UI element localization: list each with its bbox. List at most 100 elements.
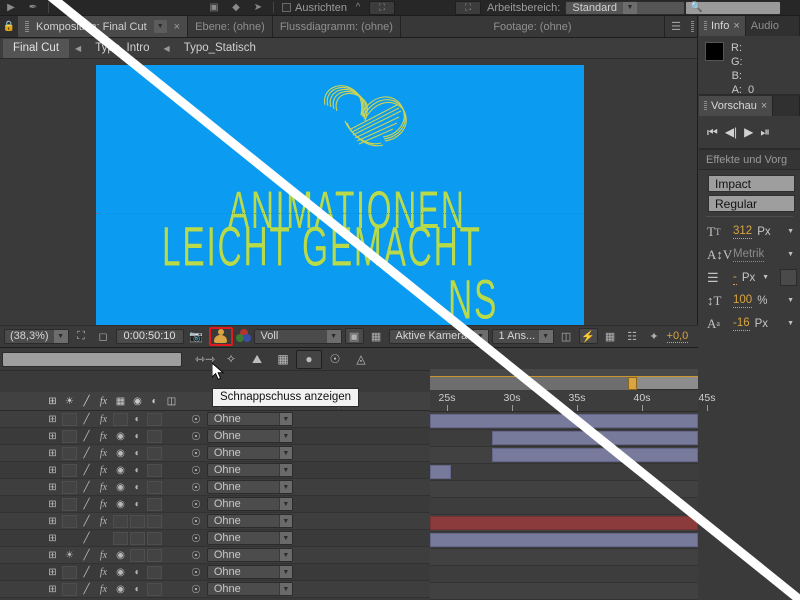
audio-toggle[interactable]: ⊞	[44, 463, 61, 478]
camera-select[interactable]: Aktive Kamera ▼	[389, 329, 489, 344]
3d-toggle[interactable]	[146, 582, 163, 597]
parent-cell[interactable]: ☉ Ohne ▼	[191, 582, 293, 596]
chevron-down-icon[interactable]: ▼	[762, 274, 769, 281]
solo-toggle[interactable]	[61, 480, 78, 495]
bar-row[interactable]	[430, 532, 698, 549]
parent-cell[interactable]: ☉ Ohne ▼	[191, 429, 293, 443]
frame-blend-toggle[interactable]: ◉	[112, 548, 129, 563]
chevron-down-icon[interactable]: ▼	[154, 20, 167, 33]
parent-cell[interactable]: ☉ Ohne ▼	[191, 514, 293, 528]
leading-value[interactable]: -	[733, 271, 737, 285]
next-frame-icon[interactable]: ⏯	[760, 125, 770, 140]
motion-blur-toggle[interactable]: ◐	[129, 412, 146, 427]
tab-komposition-final-cut[interactable]: Komposition: Final Cut ▼ ×	[18, 16, 188, 37]
audio-toggle[interactable]: ⊞	[44, 531, 61, 546]
tab-footage[interactable]: Footage: (ohne)	[401, 16, 665, 37]
pen-tool-icon[interactable]: ✒	[22, 1, 44, 15]
lock-toggle[interactable]: ╱	[78, 480, 95, 495]
frame-blend-toggle[interactable]: ◉	[112, 497, 129, 512]
3d-toggle[interactable]	[146, 565, 163, 580]
motion-blur-toggle[interactable]	[129, 531, 146, 546]
close-icon[interactable]: ×	[761, 100, 767, 112]
fx-toggle[interactable]: fx	[95, 446, 112, 461]
solo-toggle[interactable]	[61, 429, 78, 444]
pick-whip-icon[interactable]: ☉	[191, 549, 201, 562]
kerning-value[interactable]: Metrik	[733, 248, 764, 262]
bar-row[interactable]	[430, 583, 698, 600]
layer-name-cell[interactable]	[0, 581, 44, 597]
lock-toggle[interactable]: ╱	[78, 429, 95, 444]
parent-cell[interactable]: ☉ Ohne ▼	[191, 565, 293, 579]
table-row[interactable]: ⊞ ╱ fx ◉ ◐ ☉ Ohne ▼	[0, 581, 430, 598]
resolution-select[interactable]: Voll ▼	[254, 329, 342, 344]
parent-select[interactable]: Ohne ▼	[207, 497, 293, 511]
panel-menu-icon[interactable]: ☰	[665, 16, 687, 37]
transparency-grid-icon[interactable]: ▦	[367, 328, 386, 344]
motion-blur-toggle[interactable]: ◐	[129, 497, 146, 512]
layer-bar[interactable]	[492, 431, 698, 445]
fx-toggle[interactable]: fx	[95, 582, 112, 597]
solo-toggle[interactable]: ☀	[61, 548, 78, 563]
baseline-shift-value[interactable]: -16	[733, 317, 750, 331]
frame-blend-toggle[interactable]	[112, 514, 129, 529]
parent-cell[interactable]: ☉ Ohne ▼	[191, 412, 293, 426]
work-area-bar[interactable]	[430, 369, 698, 377]
graph-editor-icon[interactable]: ◬	[348, 350, 374, 369]
pick-whip-icon[interactable]: ☉	[191, 532, 201, 545]
pick-whip-icon[interactable]: ☉	[191, 464, 201, 477]
3d-toggle[interactable]	[146, 412, 163, 427]
snap-checkbox[interactable]	[282, 3, 291, 12]
selection-tool-icon[interactable]: ▶	[0, 1, 22, 15]
layer-name-cell[interactable]	[0, 411, 44, 427]
layer-name-cell[interactable]	[0, 547, 44, 563]
chevron-down-icon[interactable]: ▼	[787, 251, 794, 258]
chevron-up-icon[interactable]: ^	[347, 1, 369, 15]
fx-toggle[interactable]: fx	[95, 463, 112, 478]
3d-toggle[interactable]	[146, 548, 163, 563]
draft-3d-icon[interactable]: ●	[296, 350, 322, 369]
table-row[interactable]: ⊞ ╱ fx ◉ ◐ ☉ Ohne ▼	[0, 479, 430, 496]
close-icon[interactable]: ×	[733, 20, 739, 32]
parent-select[interactable]: Ohne ▼	[207, 531, 293, 545]
parent-cell[interactable]: ☉ Ohne ▼	[191, 463, 293, 477]
audio-toggle[interactable]: ⊞	[44, 480, 61, 495]
bar-row[interactable]	[430, 549, 698, 566]
table-row[interactable]: ⊞ ╱ fx ☉ Ohne ▼	[0, 513, 430, 530]
motion-blur-toggle[interactable]: ◐	[129, 565, 146, 580]
frame-blend-toggle[interactable]: ◉	[112, 429, 129, 444]
anchor-point-icon[interactable]: ◆	[225, 1, 247, 15]
chevron-down-icon[interactable]: ▼	[787, 320, 794, 327]
pick-whip-icon[interactable]: ☉	[191, 413, 201, 426]
show-snapshot-button[interactable]	[209, 327, 233, 346]
layer-bar[interactable]	[430, 414, 698, 428]
solo-toggle[interactable]	[61, 497, 78, 512]
exposure-value[interactable]: +0,0	[667, 330, 689, 343]
frame-blend-toggle[interactable]	[112, 531, 129, 546]
tab-audio[interactable]: Audio	[746, 16, 800, 36]
bar-row[interactable]	[430, 447, 698, 464]
motion-blur-toggle[interactable]: ◐	[129, 582, 146, 597]
tab-info[interactable]: Info ×	[699, 16, 746, 36]
pick-whip-icon[interactable]: ☉	[191, 481, 201, 494]
bar-row[interactable]	[430, 481, 698, 498]
layer-name-cell[interactable]	[0, 462, 44, 478]
3d-toggle[interactable]	[146, 446, 163, 461]
3d-toggle[interactable]	[146, 429, 163, 444]
table-row[interactable]: ⊞ ╱ fx ◉ ◐ ☉ Ohne ▼	[0, 445, 430, 462]
composition-frame[interactable]: ANIMATIONEN LEICHT GEMACHT NS	[96, 65, 584, 339]
lock-toggle[interactable]: ╱	[78, 531, 95, 546]
timeline-search-input[interactable]	[2, 352, 182, 367]
solo-toggle[interactable]	[61, 446, 78, 461]
layer-bar[interactable]	[492, 448, 698, 462]
fx-toggle[interactable]: fx	[95, 429, 112, 444]
audio-toggle[interactable]: ⊞	[44, 497, 61, 512]
chevron-down-icon[interactable]: ▼	[787, 297, 794, 304]
vertical-scale-value[interactable]: 100	[733, 294, 752, 308]
fx-toggle[interactable]: fx	[95, 497, 112, 512]
table-row[interactable]: ⊞ ╱ fx ◉ ◐ ☉ Ohne ▼	[0, 428, 430, 445]
previous-frame-icon[interactable]: ◀|	[725, 125, 737, 139]
bar-row[interactable]	[430, 413, 698, 430]
bar-row[interactable]	[430, 498, 698, 515]
workspace-select[interactable]: Standard ▼	[565, 1, 685, 15]
kerning-row[interactable]: A↕V Metrik ▼	[699, 243, 800, 266]
